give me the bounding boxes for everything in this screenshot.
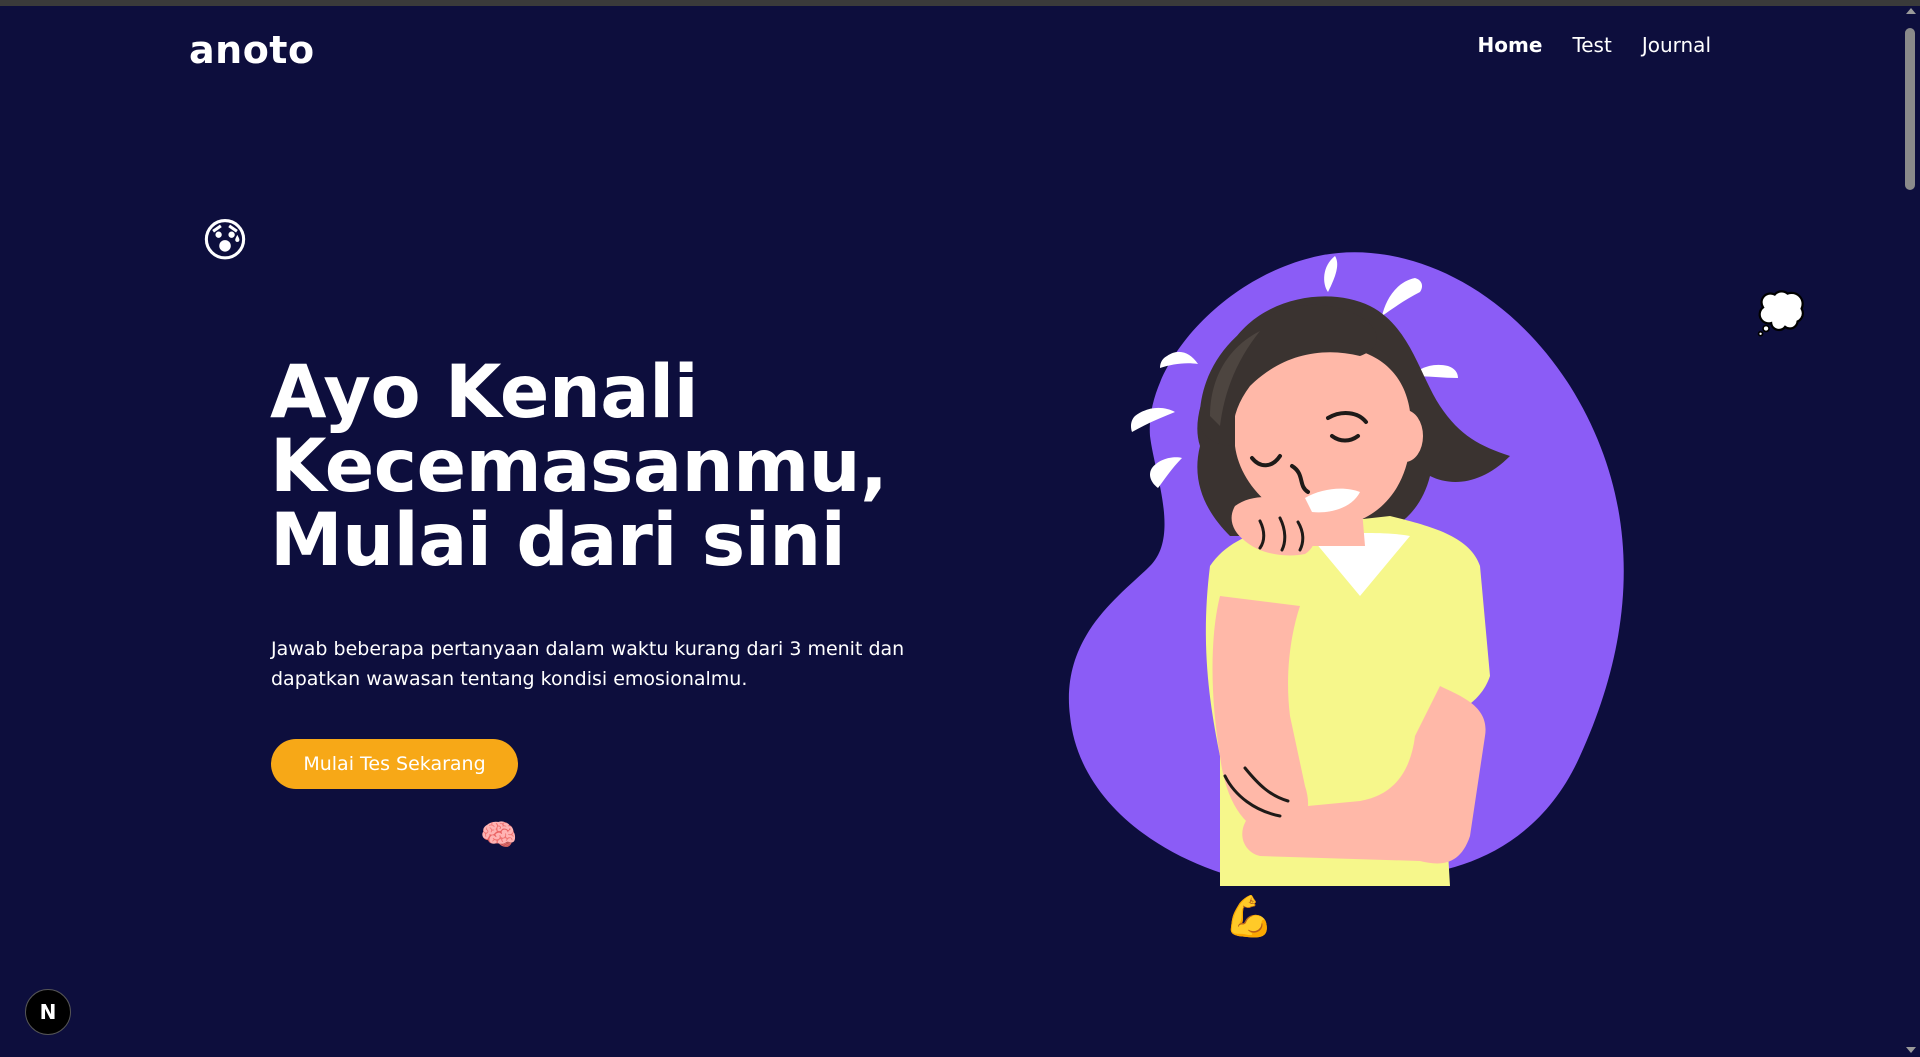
hero-title-line-1: Ayo Kenali: [270, 350, 699, 435]
nav-test[interactable]: Test: [1572, 33, 1611, 57]
nav-home[interactable]: Home: [1478, 33, 1543, 57]
scroll-up-arrow-icon[interactable]: [1906, 8, 1916, 14]
page: anoto Home Test Journal 😰 Ayo Kenali Kec…: [0, 6, 1900, 1057]
scroll-down-arrow-icon[interactable]: [1906, 1047, 1916, 1053]
hero-description: Jawab beberapa pertanyaan dalam waktu ku…: [271, 638, 905, 690]
anxious-face-emoji: 😰: [201, 214, 249, 266]
flexed-biceps-emoji: 💪: [1224, 895, 1274, 939]
thought-bubble-emoji: 💭: [1756, 292, 1806, 336]
brand-logo[interactable]: anoto: [189, 28, 315, 72]
hero-title-line-2: Kecemasanmu,: [270, 424, 888, 509]
page-scrollbar[interactable]: [1900, 6, 1920, 1057]
scroll-thumb[interactable]: [1905, 28, 1915, 190]
hero-title-line-3: Mulai dari sini: [270, 498, 846, 583]
brain-emoji: 🧠: [480, 819, 518, 852]
main-nav: Home Test Journal: [1478, 33, 1711, 57]
ear: [1387, 410, 1423, 462]
start-test-button[interactable]: Mulai Tes Sekarang: [271, 739, 518, 789]
hero-title: Ayo Kenali Kecemasanmu, Mulai dari sini: [270, 356, 910, 578]
anxious-woman-illustration: [1068, 252, 1624, 886]
nextjs-dev-badge[interactable]: N: [25, 989, 71, 1035]
nav-journal[interactable]: Journal: [1642, 33, 1711, 57]
